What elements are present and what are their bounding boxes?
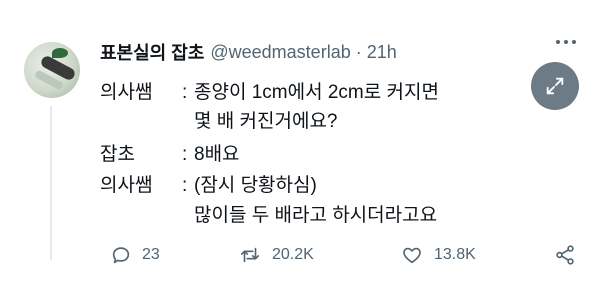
speaker-separator: : xyxy=(182,175,188,196)
tweet-actions: 23 20.2K 13.8K xyxy=(110,244,580,270)
share-icon xyxy=(556,245,574,265)
dialogue-text: 종양이 1cm에서 2cm로 커지면 xyxy=(194,82,439,103)
tweet-time[interactable]: 21h xyxy=(367,42,397,63)
separator-dot: · xyxy=(355,41,362,62)
dialogue-text: 8배요 xyxy=(194,144,240,165)
share-button[interactable] xyxy=(554,244,586,266)
heart-icon xyxy=(403,247,421,264)
reply-count: 23 xyxy=(142,246,160,263)
like-count: 13.8K xyxy=(434,246,476,263)
thread-line xyxy=(50,106,52,260)
avatar[interactable] xyxy=(24,42,80,98)
speaker-label: 의사쌤 xyxy=(100,175,153,196)
reply-button[interactable]: 23 xyxy=(110,244,160,266)
speaker-label: 잡초 xyxy=(100,144,135,165)
retweet-count: 20.2K xyxy=(272,246,314,263)
speaker-label: 의사쌤 xyxy=(100,82,153,103)
speaker-separator: : xyxy=(182,82,188,103)
tweet-header: 표본실의 잡초 @weedmasterlab · 21h xyxy=(100,38,397,66)
author-name[interactable]: 표본실의 잡초 xyxy=(100,39,204,65)
retweet-button[interactable]: 20.2K xyxy=(238,244,314,266)
dialogue-text: 많이들 두 배라고 하시더라고요 xyxy=(194,205,438,226)
expand-button[interactable] xyxy=(531,62,579,110)
avatar-leaf-shape xyxy=(52,48,68,58)
like-button[interactable]: 13.8K xyxy=(400,244,476,266)
tweet[interactable]: 표본실의 잡초 @weedmasterlab · 21h 의사쌤 : 종양이 1… xyxy=(0,0,600,302)
more-horizontal-icon[interactable] xyxy=(556,40,576,44)
reply-icon xyxy=(112,247,130,264)
retweet-icon xyxy=(240,247,260,263)
dialogue-text: 몇 배 커진거에요? xyxy=(194,111,338,132)
expand-icon xyxy=(546,77,564,95)
dialogue-text: (잠시 당황하심) xyxy=(194,175,317,196)
author-handle[interactable]: @weedmasterlab xyxy=(210,42,350,63)
speaker-separator: : xyxy=(182,144,188,165)
